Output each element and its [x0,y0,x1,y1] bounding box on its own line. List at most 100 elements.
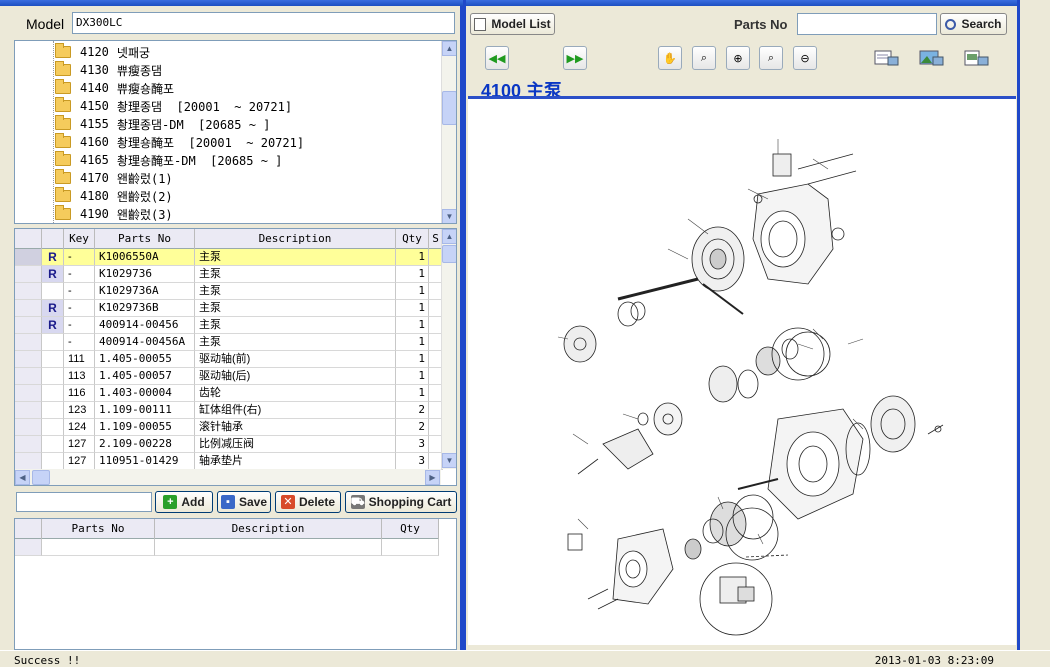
tree-item-code: 4165 [80,153,109,167]
cell-description: 滚针轴承 [195,419,396,436]
tree-item-name: 촹理숑醃포-DM [20685 ~ ] [116,153,283,168]
table-row[interactable]: R - K1029736B 主泵 1 [15,300,443,317]
tree-item[interactable]: 4180 왠齡렀(2) [55,187,173,205]
col-description[interactable]: Description [195,229,396,249]
model-list-button[interactable]: Model List [470,13,555,35]
table-row[interactable]: R - K1006550A 主泵 1 [15,249,443,266]
cart-col-qty[interactable]: Qty [382,519,439,539]
cell-key: - [64,266,95,283]
folder-icon [55,61,71,76]
shopping-cart-button[interactable]: ⛟ Shopping Cart [345,491,457,513]
folder-icon [55,43,71,58]
scroll-down-icon[interactable]: ▼ [442,453,456,468]
print-page-icon[interactable] [962,46,990,70]
cell-badge [42,436,64,453]
zoom-region-icon[interactable]: ⌕ [692,46,716,70]
cart-table-header: Parts No Description Qty [15,519,439,539]
scroll-thumb[interactable] [442,245,456,263]
parts-scrollbar[interactable]: ▲ ▼ [441,229,456,469]
table-row[interactable]: 124 1.109-00055 滚针轴承 2 [15,419,443,436]
next-page-icon[interactable]: ▶▶ [563,46,587,70]
tree-item[interactable]: 4130 쀼瘦종댐 [55,61,162,79]
tree-item[interactable]: 4165 촹理숑醃포-DM [20685 ~ ] [55,151,282,169]
table-row[interactable]: R -400914-00456 主泵 1 [15,317,443,334]
tree-item-code: 4140 [80,81,109,95]
scroll-left-icon[interactable]: ◀ [15,470,30,485]
cell-key: 111 [64,351,95,368]
table-row[interactable]: 113 1.405-00057 驱动轴(后) 1 [15,368,443,385]
tree-item[interactable]: 4160 촹理숑醃포 [20001 ~ 20721] [55,133,304,151]
cell-description: 主泵 [195,317,396,334]
scroll-up-icon[interactable]: ▲ [442,41,456,56]
cart-table: Parts No Description Qty [14,518,457,650]
col-parts-no[interactable]: Parts No [95,229,195,249]
parts-table-header: Key Parts No Description Qty S [15,229,443,249]
table-row[interactable]: 111 1.405-00055 驱动轴(前) 1 [15,351,443,368]
rotating-group-top [708,331,831,403]
cart-entry-field[interactable] [16,492,152,512]
table-row[interactable]: 123 1.109-00111 缸体组件(右) 2 [15,402,443,419]
cell-parts-no: 1.403-00004 [95,385,195,402]
model-field[interactable]: DX300LC [72,12,455,34]
right-edge [1017,0,1050,650]
cell-description: 主泵 [195,266,396,283]
scroll-down-icon[interactable]: ▼ [442,209,456,223]
exploded-parts-diagram[interactable] [468,98,1016,645]
tree-item[interactable]: 4170 왠齡렀(1) [55,169,173,187]
zoom-fit-icon[interactable]: ⌕ [759,46,783,70]
print-list-icon[interactable] [872,46,900,70]
table-row[interactable]: 116 1.403-00004 齿轮 1 [15,385,443,402]
col-key[interactable]: Key [64,229,95,249]
pan-hand-icon[interactable]: ✋ [658,46,682,70]
x-icon: ✕ [280,495,295,509]
tree-item[interactable]: 4120 넷패궁 [55,43,150,61]
add-button[interactable]: + Add [155,491,213,513]
cell-qty: 2 [396,419,429,436]
table-row[interactable]: R - K1029736 主泵 1 [15,266,443,283]
folder-icon [55,133,71,148]
table-row[interactable]: 127 2.109-00228 比例减压阀 3 [15,436,443,453]
zoom-in-icon[interactable]: ⊕ [726,46,750,70]
tree-item-name: 왠齡렀(2) [116,189,173,204]
table-row[interactable]: -400914-00456A 主泵 1 [15,334,443,351]
table-row[interactable]: 127 110951-01429 轴承垫片 3 [15,453,443,470]
cell-parts-no: 1.109-00055 [95,419,195,436]
tree-item-code: 4160 [80,135,109,149]
status-timestamp: 2013-01-03 8:23:09 [874,654,994,667]
tree-item-code: 4155 [80,117,109,131]
cell-parts-no: K1029736A [95,283,195,300]
tree-item[interactable]: 4150 촹理종댐 [20001 ~ 20721] [55,97,292,115]
scroll-up-icon[interactable]: ▲ [442,229,456,244]
search-button[interactable]: Search [940,13,1007,35]
folder-icon [55,115,71,130]
print-image-icon[interactable] [917,46,945,70]
cart-col-description[interactable]: Description [155,519,382,539]
cell-parts-no: 2.109-00228 [95,436,195,453]
tree-item[interactable]: 4140 쀼瘦숑醃포 [55,79,174,97]
cell-description: 齿轮 [195,385,396,402]
zoom-out-icon[interactable]: ⊖ [793,46,817,70]
tree-scrollbar[interactable]: ▲ ▼ [441,41,456,223]
cell-description: 驱动轴(前) [195,351,396,368]
scroll-right-icon[interactable]: ▶ [425,470,440,485]
tree-item[interactable]: 4190 왠齡렀(3) [55,205,173,223]
tree-item-name: 왠齡렀(1) [116,171,173,186]
parts-hscrollbar[interactable]: ◀ ▶ [15,469,441,485]
delete-button[interactable]: ✕ Delete [275,491,341,513]
parts-no-search-input[interactable] [797,13,937,35]
cell-qty: 3 [396,436,429,453]
swash-plate [577,402,683,475]
first-page-icon[interactable]: ◀◀ [485,46,509,70]
tree-item[interactable]: 4155 촹理종댐-DM [20685 ~ ] [55,115,270,133]
scroll-thumb[interactable] [442,91,456,125]
table-row[interactable]: - K1029736A 主泵 1 [15,283,443,300]
col-qty[interactable]: Qty [396,229,429,249]
folder-icon [55,97,71,112]
cell-parts-no: 1.109-00111 [95,402,195,419]
tree-item-code: 4170 [80,171,109,185]
save-button[interactable]: ▪ Save [217,491,271,513]
middle-housing [737,395,944,520]
cart-col-parts-no[interactable]: Parts No [42,519,155,539]
hscroll-thumb[interactable] [32,470,50,485]
tree-connector [53,41,54,223]
